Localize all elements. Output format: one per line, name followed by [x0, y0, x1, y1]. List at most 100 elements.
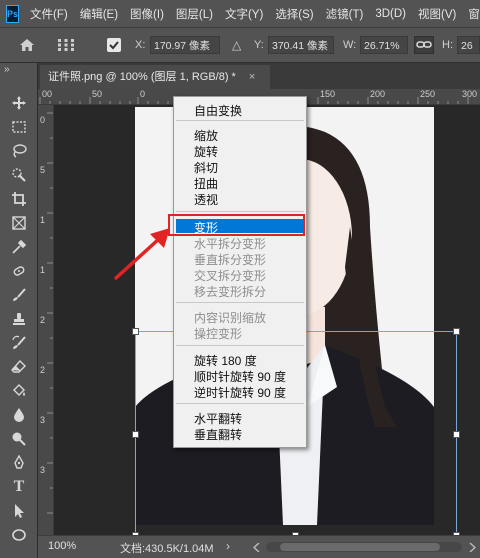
tools-panel: » T	[0, 63, 38, 558]
menu-type[interactable]: 文字(Y)	[225, 6, 263, 22]
dodge-tool-icon[interactable]	[9, 429, 29, 449]
ruler-label: 0	[140, 89, 146, 99]
ruler-label: 50	[92, 89, 103, 99]
ruler-label: 150	[320, 89, 336, 99]
ruler-label: 250	[420, 89, 436, 99]
menu-item-distort[interactable]: 扭曲	[194, 175, 218, 192]
paint-bucket-icon[interactable]	[9, 381, 29, 401]
ruler-label: 00	[42, 89, 53, 99]
menu-item-perspective[interactable]: 透视	[194, 191, 218, 208]
menu-item-flip-vertical[interactable]: 垂直翻转	[194, 426, 242, 443]
scrollbar-thumb[interactable]	[280, 543, 440, 551]
photoshop-logo: Ps	[6, 4, 20, 23]
delta-icon[interactable]: △	[232, 38, 241, 52]
ruler-label: 200	[370, 89, 386, 99]
ruler-label: 3	[40, 415, 46, 425]
menu-item-free-transform[interactable]: 自由变换	[194, 102, 242, 119]
menu-file[interactable]: 文件(F)	[30, 6, 68, 22]
zoom-level[interactable]: 100%	[48, 540, 76, 552]
checkbox-icon[interactable]	[107, 38, 121, 52]
y-label: Y:	[254, 39, 264, 51]
menu-item-rotate[interactable]: 旋转	[194, 143, 218, 160]
toolbar-collapse-icon[interactable]: »	[4, 64, 10, 75]
transform-handle[interactable]	[453, 431, 460, 438]
menu-edit[interactable]: 编辑(E)	[80, 6, 118, 22]
scroll-left-icon[interactable]	[248, 542, 265, 553]
transform-context-menu: 自由变换 缩放 旋转 斜切 扭曲 透视 变形 水平拆分变形 垂直拆分变形 交叉拆…	[173, 96, 307, 448]
link-icon[interactable]	[414, 36, 434, 54]
menu-filter[interactable]: 滤镜(T)	[326, 6, 364, 22]
menu-image[interactable]: 图像(I)	[130, 6, 164, 22]
h-label: H:	[442, 39, 453, 51]
transform-handle[interactable]	[132, 431, 139, 438]
close-icon[interactable]: ×	[249, 71, 255, 83]
menu-select[interactable]: 选择(S)	[275, 6, 313, 22]
stamp-tool-icon[interactable]	[9, 309, 29, 329]
type-tool-icon[interactable]: T	[9, 477, 29, 497]
menu-item-remove-warp-split[interactable]: 移去变形拆分	[194, 283, 266, 300]
menu-separator	[176, 211, 304, 212]
menu-view[interactable]: 视图(V)	[418, 6, 456, 22]
ruler-label: 3	[40, 465, 46, 475]
ruler-label: 2	[40, 365, 46, 375]
menu-bar: Ps 文件(F) 编辑(E) 图像(I) 图层(L) 文字(Y) 选择(S) 滤…	[0, 0, 480, 27]
w-label: W:	[343, 39, 357, 51]
annotation-highlight-box	[168, 214, 305, 236]
menu-window[interactable]: 窗口	[468, 6, 480, 22]
brush-tool-icon[interactable]	[9, 285, 29, 305]
y-field[interactable]: 370.41 像素	[268, 36, 334, 54]
menu-item-split-warp-vertical[interactable]: 垂直拆分变形	[194, 251, 266, 268]
horizontal-scrollbar[interactable]	[266, 542, 462, 552]
document-tab[interactable]: 证件照.png @ 100% (图层 1, RGB/8) * ×	[40, 65, 270, 89]
marquee-tool-icon[interactable]	[9, 117, 29, 137]
healing-brush-icon[interactable]	[9, 261, 29, 281]
eyedropper-tool-icon[interactable]	[9, 237, 29, 257]
home-icon[interactable]	[18, 37, 36, 56]
menu-item-rotate-90-ccw[interactable]: 逆时针旋转 90 度	[194, 384, 286, 401]
status-arrow-icon[interactable]: ›	[226, 539, 230, 553]
menu-separator	[176, 120, 304, 121]
status-bar: 100% 文档:430.5K/1.04M ›	[38, 535, 480, 558]
w-field[interactable]: 26.71%	[360, 36, 408, 54]
move-tool-icon[interactable]	[9, 93, 29, 113]
menu-item-content-aware-scale[interactable]: 内容识别缩放	[194, 309, 266, 326]
path-select-icon[interactable]	[9, 501, 29, 521]
pen-tool-icon[interactable]	[9, 453, 29, 473]
menu-item-split-warp-cross[interactable]: 交叉拆分变形	[194, 267, 266, 284]
transform-anchor-icon[interactable]	[56, 37, 76, 56]
ruler-label: 300	[462, 89, 478, 99]
menu-item-rotate-180[interactable]: 旋转 180 度	[194, 352, 257, 369]
menu-item-split-warp-horizontal[interactable]: 水平拆分变形	[194, 235, 266, 252]
menu-item-rotate-90-cw[interactable]: 顺时针旋转 90 度	[194, 368, 286, 385]
menu-3d[interactable]: 3D(D)	[375, 8, 406, 20]
ellipse-tool-icon[interactable]	[9, 525, 29, 545]
ruler-label: 1	[40, 265, 46, 275]
history-brush-icon[interactable]	[9, 333, 29, 353]
ruler-label: 1	[40, 215, 46, 225]
transform-handle[interactable]	[132, 328, 139, 335]
menu-item-puppet-warp[interactable]: 操控变形	[194, 325, 242, 342]
blur-tool-icon[interactable]	[9, 405, 29, 425]
h-field[interactable]: 26	[457, 36, 480, 54]
ruler-label: 5	[40, 165, 46, 175]
quick-select-tool-icon[interactable]	[9, 165, 29, 185]
ruler-label: 2	[40, 315, 46, 325]
crop-tool-icon[interactable]	[9, 189, 29, 209]
transform-handle[interactable]	[453, 328, 460, 335]
menu-separator	[176, 302, 304, 303]
menu-separator	[176, 403, 304, 404]
menu-item-scale[interactable]: 缩放	[194, 127, 218, 144]
menu-separator	[176, 345, 304, 346]
menu-layer[interactable]: 图层(L)	[176, 6, 213, 22]
document-info[interactable]: 文档:430.5K/1.04M	[120, 540, 214, 556]
document-tab-bar: 证件照.png @ 100% (图层 1, RGB/8) * ×	[38, 63, 480, 89]
scroll-right-icon[interactable]	[468, 542, 477, 555]
eraser-tool-icon[interactable]	[9, 357, 29, 377]
lasso-tool-icon[interactable]	[9, 141, 29, 161]
x-field[interactable]: 170.97 像素	[150, 36, 220, 54]
menu-item-flip-horizontal[interactable]: 水平翻转	[194, 410, 242, 427]
menu-item-skew[interactable]: 斜切	[194, 159, 218, 176]
annotation-arrow-icon	[114, 228, 170, 280]
options-bar: X: 170.97 像素 △ Y: 370.41 像素 W: 26.71% H:…	[0, 27, 480, 63]
frame-tool-icon[interactable]	[9, 213, 29, 233]
